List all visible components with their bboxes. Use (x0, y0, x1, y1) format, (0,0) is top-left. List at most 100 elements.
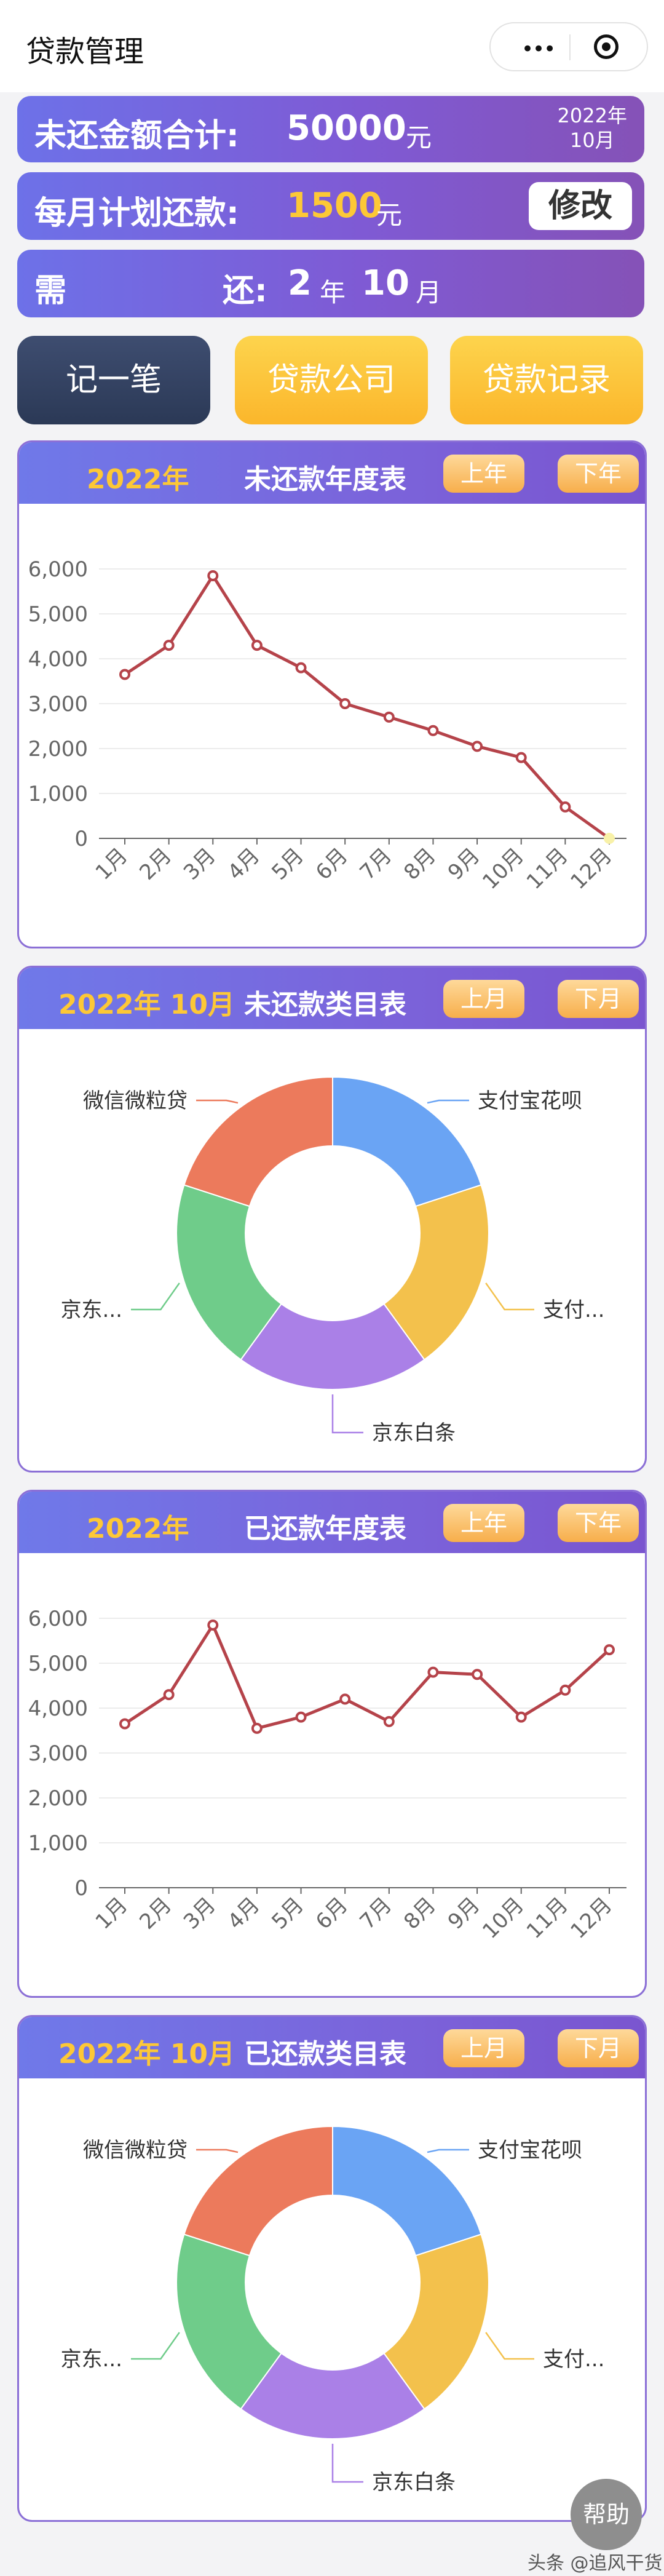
x-tick-label: 3月 (179, 1893, 221, 1934)
x-tick-label: 6月 (311, 843, 353, 885)
label-leader-line (485, 1282, 534, 1311)
x-tick-label: 2月 (135, 843, 176, 885)
series-line (124, 1623, 611, 1730)
slice-label: 京东白条 (372, 2470, 456, 2495)
y-tick-label: 6,000 (28, 1607, 88, 1631)
x-tick-label: 10月 (478, 1893, 529, 1944)
more-icon[interactable]: ••• (521, 37, 556, 62)
card-period: 2022年 10月 (58, 989, 235, 1020)
label-leader-line (131, 1282, 180, 1311)
outstanding-total-bar: 未还金额合计: 50000 元 2022年 10月 (17, 96, 644, 162)
edit-button[interactable]: 修改 (529, 182, 632, 230)
card-period: 2022年 (87, 1513, 189, 1544)
unpaid-yearly-card: 2022年 未还款年度表 上年 下年 0 1,000 2,000 3,000 4,000… (17, 440, 647, 948)
data-point (427, 1666, 439, 1678)
paid-yearly-card: 2022年 已还款年度表 上年 下年 0 1,000 2,000 3,000 4,000… (17, 1490, 647, 1998)
data-point (295, 1711, 307, 1723)
card-period: 2022年 10月 (58, 2038, 235, 2070)
current-date: 2022年 10月 (558, 103, 627, 153)
slice-label: 京东... (61, 2347, 122, 2372)
slice-label: 支付宝花呗 (478, 2138, 582, 2163)
label-leader-line (427, 2149, 469, 2153)
unpaid-yearly-line-chart: 0 1,000 2,000 3,000 4,000 5,000 6,000 1月 2月 3月 4月 5… (28, 557, 626, 894)
monthly-value: 1500 (287, 186, 382, 226)
prev-month-button[interactable]: 上月 (443, 980, 524, 1018)
current-month: 10月 (569, 129, 615, 152)
y-tick-label: 5,000 (28, 602, 88, 627)
donut-slice (183, 2125, 333, 2257)
label-leader-line (196, 1099, 239, 1104)
years-value: 2 (288, 263, 312, 303)
data-point (559, 801, 571, 813)
slice-label: 支付宝花呗 (478, 1089, 582, 1113)
y-tick-label: 0 (74, 827, 88, 851)
card-title: 已还款年度表 (244, 1513, 406, 1544)
x-tick-label: 11月 (522, 1893, 573, 1944)
prev-year-button[interactable]: 上年 (443, 455, 524, 493)
data-point (472, 741, 483, 752)
loan-history-button[interactable]: 贷款记录 (450, 336, 643, 424)
remaining-term-bar: 需 还: 2 年 10 月 (17, 250, 644, 317)
donut-slice (332, 1076, 482, 1207)
next-year-button[interactable]: 下年 (558, 1504, 639, 1542)
y-tick-label: 2,000 (28, 1786, 88, 1811)
top-bar: 贷款管理 ••• (0, 0, 664, 92)
monthly-plan-bar: 每月计划还款: 1500 元 修改 (17, 172, 644, 240)
next-year-button[interactable]: 下年 (558, 455, 639, 493)
y-tick-label: 1,000 (28, 1831, 88, 1856)
data-point (163, 1689, 175, 1701)
record-button[interactable]: 记一笔 (17, 336, 210, 424)
help-button[interactable]: 帮助 (571, 2479, 642, 2550)
months-unit: 月 (416, 277, 442, 308)
label-leader-line (331, 2444, 363, 2483)
prev-month-button[interactable]: 上月 (443, 2029, 524, 2067)
x-tick-label: 1月 (91, 1893, 133, 1934)
y-tick-label: 4,000 (28, 647, 88, 672)
data-point (251, 640, 263, 651)
slice-label: 支付... (543, 1298, 604, 1322)
paid-category-card: 2022年 10月 已还款类目表 上月 下月 支付宝花呗 支付... 京东白条 京东.… (17, 2015, 647, 2522)
next-month-button[interactable]: 下月 (558, 2029, 639, 2067)
x-tick-label: 4月 (223, 843, 265, 885)
next-month-button[interactable]: 下月 (558, 980, 639, 1018)
x-tick-label: 4月 (223, 1893, 265, 1934)
card-title: 未还款类目表 (244, 989, 406, 1020)
data-point (515, 1711, 527, 1723)
donut-slice (332, 2125, 482, 2257)
card-header: 2022年 已还款年度表 上年 下年 (19, 1492, 645, 1553)
data-point (339, 1693, 351, 1705)
label-leader-line (331, 1394, 363, 1434)
slice-label: 京东... (61, 1298, 122, 1322)
x-tick-label: 9月 (443, 843, 485, 885)
y-tick-label: 6,000 (28, 557, 88, 582)
x-tick-label: 5月 (267, 843, 309, 885)
donut-slice (183, 1076, 333, 1207)
y-tick-label: 3,000 (28, 1741, 88, 1766)
x-tick-label: 3月 (179, 843, 221, 885)
data-point (472, 1669, 483, 1680)
data-point (207, 1619, 219, 1631)
x-tick-label: 12月 (566, 1893, 617, 1944)
unpaid-category-card: 2022年 10月 未还款类目表 上月 下月 支付宝花呗 支付... 京东白条 京东.… (17, 966, 647, 1473)
data-point (163, 640, 175, 651)
slice-label: 微信微粒贷 (83, 1089, 188, 1113)
x-tick-label: 11月 (522, 843, 573, 894)
label-leader-line (485, 2332, 534, 2360)
data-point (427, 725, 439, 736)
card-header: 2022年 未还款年度表 上年 下年 (19, 442, 645, 504)
card-period: 2022年 (87, 464, 189, 495)
repay-label: 还: (223, 272, 267, 309)
x-tick-label: 7月 (355, 1893, 397, 1934)
watermark: 头条 @追风干货 (528, 2553, 663, 2574)
card-title: 未还款年度表 (244, 464, 406, 495)
close-target-icon[interactable] (594, 34, 619, 59)
monthly-label: 每月计划还款: (34, 195, 239, 232)
series-line (124, 574, 611, 840)
data-point (383, 711, 395, 723)
data-point (207, 570, 219, 581)
prev-year-button[interactable]: 上年 (443, 1504, 524, 1542)
paid-yearly-line-chart: 0 1,000 2,000 3,000 4,000 5,000 6,000 1月 2月 3月 4月 5… (28, 1607, 626, 1944)
y-tick-label: 3,000 (28, 692, 88, 717)
label-leader-line (131, 2332, 180, 2360)
loan-companies-button[interactable]: 贷款公司 (235, 336, 428, 424)
